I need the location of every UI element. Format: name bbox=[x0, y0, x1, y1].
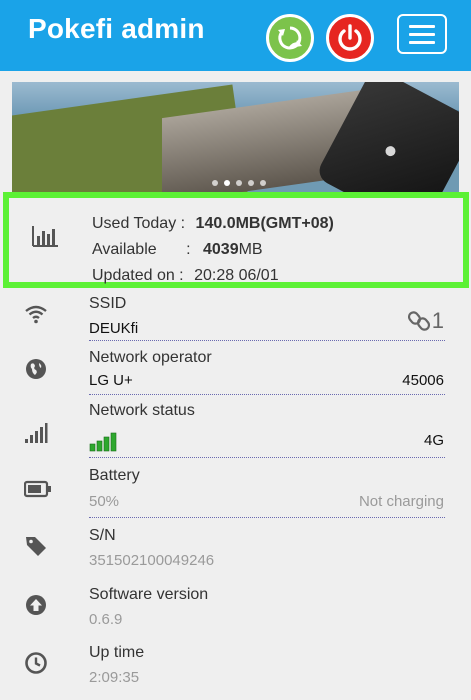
banner-carousel[interactable] bbox=[12, 82, 459, 194]
battery-icon bbox=[24, 480, 51, 498]
software-row[interactable]: Software version 0.6.9 bbox=[0, 583, 471, 639]
clock-icon bbox=[25, 652, 47, 674]
serial-value: 351502100049246 bbox=[89, 552, 215, 569]
carousel-dot[interactable] bbox=[236, 180, 242, 186]
network-status-title: Network status bbox=[89, 402, 195, 419]
top-bar: Pokefi admin bbox=[0, 0, 471, 71]
operator-value: LG U+ bbox=[89, 372, 133, 389]
carousel-dot[interactable] bbox=[212, 180, 218, 186]
network-type: 4G bbox=[423, 432, 444, 449]
serial-row[interactable]: S/N 351502100049246 bbox=[0, 524, 471, 580]
available-value: 4039 bbox=[203, 241, 239, 258]
carousel-dot[interactable] bbox=[260, 180, 266, 186]
serial-title: S/N bbox=[89, 527, 116, 544]
refresh-icon bbox=[278, 26, 302, 50]
battery-level: 50% bbox=[89, 493, 120, 510]
ssid-row[interactable]: SSID DEUKfi 1 bbox=[0, 294, 471, 344]
updated-label: Updated on : bbox=[92, 267, 184, 284]
used-today-value: 140.0MB(GMT+08) bbox=[195, 215, 334, 232]
app-title: Pokefi admin bbox=[28, 13, 205, 44]
wifi-icon bbox=[25, 305, 47, 324]
refresh-button[interactable] bbox=[266, 14, 314, 62]
menu-button[interactable] bbox=[397, 14, 447, 54]
carousel-dot-active[interactable] bbox=[224, 180, 230, 186]
signal-bars-icon bbox=[89, 432, 117, 452]
hamburger-icon bbox=[409, 24, 435, 28]
usage-summary: Used Today : 140.0MB(GMT+08) Available :… bbox=[3, 192, 469, 288]
software-title: Software version bbox=[89, 586, 209, 603]
operator-title: Network operator bbox=[89, 349, 212, 366]
carousel-dots[interactable] bbox=[212, 180, 266, 186]
uptime-value: 2:09:35 bbox=[89, 669, 140, 686]
signal-strength-icon bbox=[25, 423, 48, 443]
network-status-row[interactable]: Network status 4G bbox=[0, 401, 471, 459]
ssid-value: DEUKfi bbox=[89, 320, 139, 337]
software-value: 0.6.9 bbox=[89, 611, 123, 628]
updated-value: 20:28 06/01 bbox=[194, 267, 279, 284]
uptime-row[interactable]: Up time 2:09:35 bbox=[0, 641, 471, 697]
ssid-title: SSID bbox=[89, 295, 127, 312]
available-unit: MB bbox=[238, 241, 263, 258]
power-icon bbox=[338, 24, 362, 51]
globe-icon bbox=[26, 359, 46, 379]
tag-icon bbox=[26, 537, 46, 556]
operator-row[interactable]: Network operator LG U+ 45006 bbox=[0, 347, 471, 399]
available-label: Available bbox=[92, 241, 157, 258]
battery-state: Not charging bbox=[358, 493, 444, 510]
battery-title: Battery bbox=[89, 467, 140, 484]
operator-code: 45006 bbox=[402, 372, 444, 389]
battery-row[interactable]: Battery 50% Not charging bbox=[0, 465, 471, 521]
bar-chart-icon bbox=[32, 226, 58, 247]
available-colon: : bbox=[186, 241, 191, 258]
uptime-title: Up time bbox=[89, 644, 145, 661]
link-icon bbox=[407, 311, 430, 331]
upgrade-icon bbox=[26, 595, 46, 615]
used-today-label: Used Today : bbox=[92, 215, 186, 232]
ssid-client-count: 1 bbox=[431, 308, 444, 333]
carousel-dot[interactable] bbox=[248, 180, 254, 186]
power-button[interactable] bbox=[326, 14, 374, 62]
